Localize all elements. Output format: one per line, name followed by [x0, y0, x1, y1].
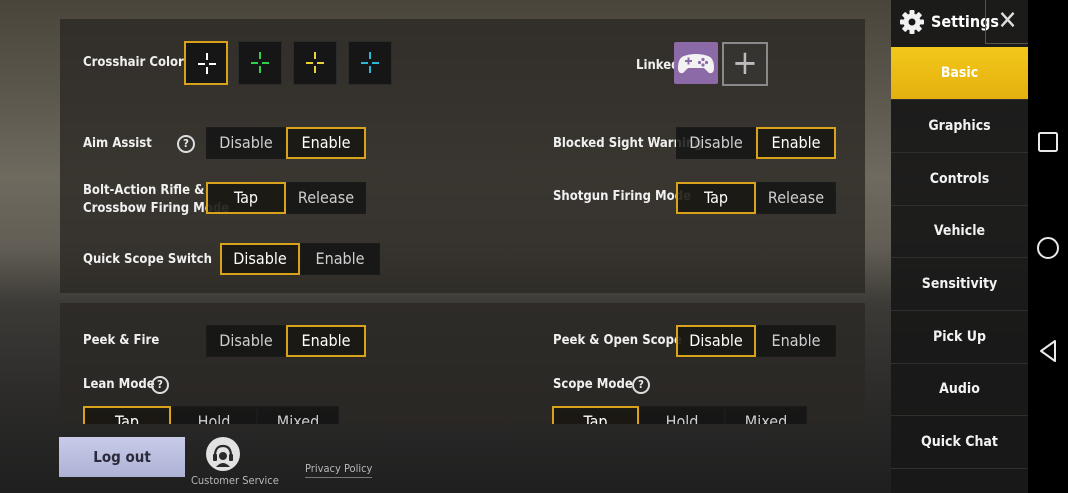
peek-fire-disable-option[interactable]: Disable — [206, 325, 286, 357]
crosshair-color-green[interactable] — [238, 41, 282, 85]
peek-open-scope-disable-option[interactable]: Disable — [676, 325, 756, 357]
add-link-button[interactable]: + — [722, 42, 768, 86]
crosshair-stroke — [251, 62, 258, 64]
peek-open-scope-toggle: Disable Enable — [676, 325, 836, 357]
bolt-action-firing-mode-toggle: Tap Release — [206, 182, 366, 214]
crosshair-stroke — [369, 66, 371, 73]
lean-mode-selector: Tap Hold Mixed — [83, 406, 339, 424]
peek-fire-toggle: Disable Enable — [206, 325, 366, 357]
lean-mode-tap-option[interactable]: Tap — [83, 406, 171, 424]
sidebar-item-basic[interactable]: Basic — [891, 47, 1028, 100]
peek-open-scope-enable-option[interactable]: Enable — [756, 325, 836, 357]
quick-scope-disable-option[interactable]: Disable — [220, 243, 300, 275]
peek-open-scope-label: Peek & Open Scope — [553, 333, 682, 348]
square-icon[interactable] — [1037, 131, 1059, 153]
bolt-action-label-line1: Bolt-Action Rifle & — [83, 183, 205, 198]
blocked-sight-disable-option[interactable]: Disable — [676, 127, 756, 159]
crosshair-color-yellow[interactable] — [293, 41, 337, 85]
lean-mode-help-icon[interactable]: ? — [151, 376, 169, 394]
logout-button[interactable]: Log out — [59, 437, 185, 477]
peek-fire-enable-option[interactable]: Enable — [286, 325, 366, 357]
quick-scope-switch-toggle: Disable Enable — [220, 243, 380, 275]
gear-icon — [900, 10, 924, 34]
crosshair-stroke — [361, 62, 368, 64]
crosshair-stroke — [369, 52, 371, 59]
crosshair-stroke — [314, 52, 316, 59]
crosshair-stroke — [314, 66, 316, 73]
scope-mode-selector: Tap Hold Mixed — [552, 406, 807, 424]
crosshair-stroke — [306, 62, 313, 64]
crosshair-stroke — [206, 67, 208, 74]
lean-mode-mixed-option[interactable]: Mixed — [257, 406, 339, 424]
sidebar-header: Settings ✕ — [891, 0, 1029, 44]
peek-fire-label: Peek & Fire — [83, 333, 160, 348]
sidebar-item-pick-up[interactable]: Pick Up — [891, 311, 1028, 364]
crosshair-stroke — [372, 62, 379, 64]
android-navigation-bar — [1028, 0, 1068, 493]
scope-mode-mixed-option[interactable]: Mixed — [725, 406, 807, 424]
blocked-sight-warning-toggle: Disable Enable — [676, 127, 836, 159]
crosshair-stroke — [259, 52, 261, 59]
sidebar-item-controls[interactable]: Controls — [891, 153, 1028, 206]
scope-mode-tap-option[interactable]: Tap — [552, 406, 639, 424]
headset-icon — [207, 438, 239, 470]
sidebar-item-sensitivity[interactable]: Sensitivity — [891, 258, 1028, 311]
crosshair-stroke — [206, 53, 208, 60]
lean-mode-hold-option[interactable]: Hold — [171, 406, 257, 424]
circle-icon[interactable] — [1036, 236, 1060, 260]
aim-assist-label: Aim Assist — [83, 136, 152, 151]
lean-mode-label: Lean Mode — [83, 377, 155, 392]
blocked-sight-enable-option[interactable]: Enable — [756, 127, 836, 159]
crosshair-color-cyan[interactable] — [348, 41, 392, 85]
quick-scope-enable-option[interactable]: Enable — [300, 243, 380, 275]
crosshair-stroke — [317, 62, 324, 64]
shotgun-tap-option[interactable]: Tap — [676, 182, 756, 214]
sidebar-item-audio[interactable]: Audio — [891, 363, 1028, 416]
aim-assist-disable-option[interactable]: Disable — [206, 127, 286, 159]
shotgun-firing-mode-label: Shotgun Firing Mode — [553, 189, 692, 204]
privacy-policy-link[interactable]: Privacy Policy — [305, 462, 373, 478]
gamepad-link-button[interactable] — [674, 42, 718, 84]
aim-assist-enable-option[interactable]: Enable — [286, 127, 366, 159]
aim-assist-help-icon[interactable]: ? — [177, 135, 195, 153]
sidebar-item-quick-chat[interactable]: Quick Chat — [891, 416, 1028, 469]
aim-assist-toggle: Disable Enable — [206, 127, 366, 159]
customer-service-label[interactable]: Customer Service — [191, 474, 279, 487]
peek-settings-panel: Peek & Fire Disable Enable Lean Mode ? T… — [60, 303, 865, 424]
crosshair-stroke — [209, 63, 216, 65]
scope-mode-label: Scope Mode — [553, 377, 633, 392]
sidebar-item-vehicle[interactable]: Vehicle — [891, 205, 1028, 258]
scope-mode-hold-option[interactable]: Hold — [639, 406, 725, 424]
bolt-action-release-option[interactable]: Release — [286, 182, 366, 214]
linked-label: Linked — [636, 58, 680, 73]
close-icon: ✕ — [997, 6, 1018, 36]
quick-scope-switch-label: Quick Scope Switch — [83, 252, 212, 267]
back-triangle-icon[interactable] — [1037, 339, 1059, 363]
crosshair-stroke — [198, 63, 205, 65]
gamepad-icon — [678, 54, 714, 74]
shotgun-firing-mode-toggle: Tap Release — [676, 182, 836, 214]
crosshair-color-label: Crosshair Color — [83, 55, 184, 70]
customer-service-icon[interactable] — [206, 437, 240, 471]
crosshair-color-white[interactable] — [184, 41, 228, 85]
sidebar-item-graphics[interactable]: Graphics — [891, 100, 1028, 153]
settings-sidebar: Settings ✕ Basic Graphics Controls Vehic… — [891, 0, 1029, 493]
close-button[interactable]: ✕ — [985, 0, 1029, 44]
shotgun-release-option[interactable]: Release — [756, 182, 836, 214]
crosshair-stroke — [259, 66, 261, 73]
scope-mode-help-icon[interactable]: ? — [632, 376, 650, 394]
bolt-action-tap-option[interactable]: Tap — [206, 182, 286, 214]
basic-settings-panel: Crosshair Color Linked + Aim Assist ? Di… — [60, 19, 865, 293]
crosshair-stroke — [262, 62, 269, 64]
